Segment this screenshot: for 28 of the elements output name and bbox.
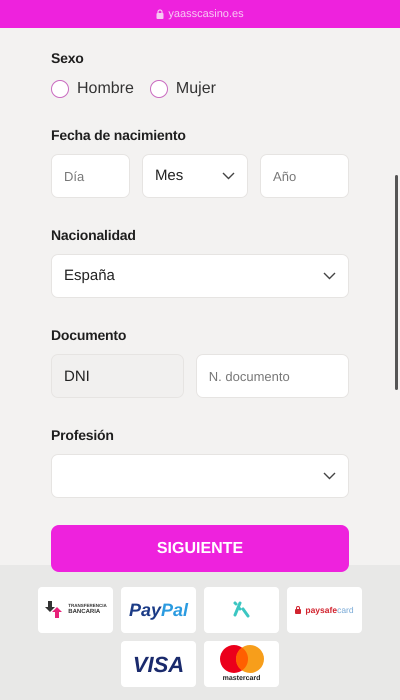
chevron-down-icon [323,472,336,480]
lock-icon [295,606,302,614]
submit-button[interactable]: SIGUIENTE [51,525,349,572]
field-label: Profesión [51,426,115,445]
select-field[interactable] [51,454,349,498]
radio-icon[interactable] [150,80,168,98]
select-field[interactable]: España [51,254,349,298]
field-label: Fecha de nacimiento [51,126,187,145]
radio-option[interactable]: Hombre [51,77,134,101]
paysafecard-logo: paysafecard [305,604,354,616]
transfer-arrows-icon [44,601,64,619]
radio-icon[interactable] [51,80,69,98]
input-field[interactable]: N. documento [196,354,349,398]
field-label: Nacionalidad [51,226,137,245]
lock-icon [156,9,164,19]
scrollbar[interactable] [395,175,398,390]
visa-logo: VISA [132,650,184,678]
paypal-logo: PayPal [128,598,188,622]
chevron-down-icon [323,272,336,280]
field-label: Sexo [51,49,85,68]
select-field[interactable]: Mes [142,154,248,198]
input-field[interactable]: Año [260,154,349,198]
field-label: Documento [51,326,128,345]
overlapping-circles-icon [218,644,266,674]
radio-option[interactable]: Mujer [150,77,216,101]
diagonal-marks-icon [232,600,252,620]
chevron-down-icon [222,172,236,180]
input-field[interactable]: Día [51,154,130,198]
